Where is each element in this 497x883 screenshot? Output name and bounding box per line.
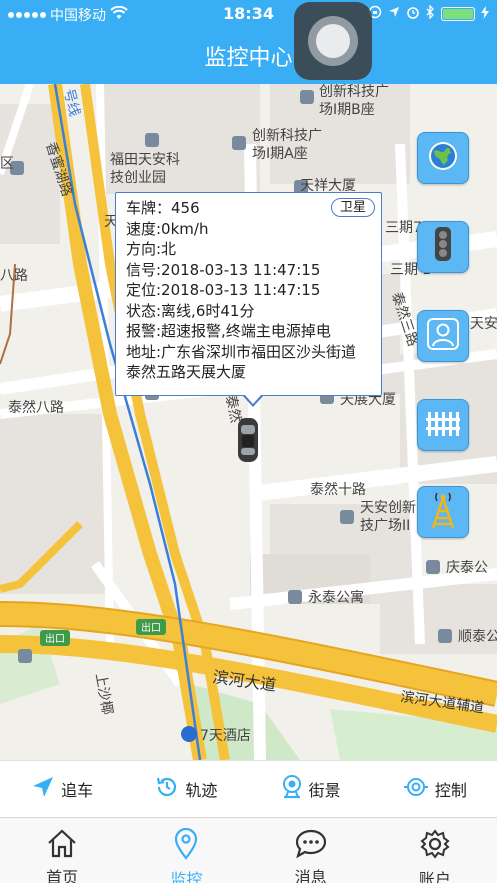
nav-bar: 监控中心 [0,28,497,84]
track-playback-label: 轨迹 [185,781,218,800]
map-label: 技广场II [360,518,410,534]
street-view-icon [281,774,303,804]
track-playback-button[interactable]: 轨迹 [124,761,248,817]
battery-icon [441,7,475,21]
navigation-arrow-icon [31,775,55,803]
map-label: 庆泰公 [446,560,488,576]
tab-account-label: 账户 [418,870,451,883]
map-label: 天安 [470,316,497,332]
chase-car-button[interactable]: 追车 [0,761,124,817]
status-icons [368,4,489,23]
tab-home-label: 首页 [46,868,79,883]
map-label: 创新科技广 [319,84,389,100]
direction-text: 方向:北 [126,240,177,258]
map-label: 7天酒店 [200,728,251,744]
location-pin-icon [173,827,199,864]
action-bar: 追车 轨迹 街景 控制 [0,760,497,817]
map-label: 福田天安科 [110,152,180,168]
map-exit-label: 出口 [45,632,65,645]
map-label: 八路 [0,268,28,284]
map-label: 顺泰公 [458,629,497,645]
tab-home[interactable]: 首页 [0,818,124,883]
alarm-text: 报警:超速报警,终端主电源掉电 [126,322,331,340]
status-bar: 中国移动 18:34 [0,0,497,28]
tab-messages-label: 消息 [294,868,327,883]
tab-monitor-label: 监控 [170,870,203,883]
location-icon [388,6,400,22]
chat-bubble-icon [294,828,328,862]
speed-text: 速度:0km/h [126,219,209,238]
vehicle-info-popup: 卫星 车牌：456 速度:0km/h 方向:北 信号:2018-03-13 11… [115,192,382,407]
assistive-touch-button[interactable] [294,2,372,80]
map-label: 区 [0,156,14,172]
tab-messages[interactable]: 消息 [249,818,373,883]
street-view-label: 街景 [308,781,341,800]
bluetooth-icon [426,4,435,23]
map-label: 泰然十路 [310,481,366,498]
alarm-icon [406,5,420,23]
charging-icon [481,5,489,23]
globe-icon [426,139,460,177]
map-label: 创新科技广 [252,128,322,144]
page-title: 监控中心 [204,46,293,71]
person-icon [426,317,460,355]
remote-control-label: 控制 [434,781,467,800]
base-station-button[interactable] [417,486,469,538]
map-label: 场I期A座 [252,146,308,162]
tab-account[interactable]: 账户 [373,818,497,883]
signal-time-text: 信号:2018-03-13 11:47:15 [126,260,321,279]
driver-info-button[interactable] [417,310,469,362]
tab-monitor[interactable]: 监控 [124,818,248,883]
geofence-button[interactable] [417,399,469,451]
car-marker-icon[interactable] [236,416,260,464]
home-icon [46,828,78,862]
map-label: 场I期B座 [319,102,375,118]
map-label: 技创业园 [110,170,166,186]
remote-control-button[interactable]: 控制 [373,761,497,817]
satellite-toggle-button[interactable]: 卫星 [330,198,375,217]
traffic-light-icon [431,225,455,269]
position-time-text: 定位:2018-03-13 11:47:15 [126,281,321,299]
address-text: 地址:广东省深圳市福田区沙头街道泰然五路天展大厦 [126,342,357,382]
history-icon [155,775,179,803]
assistive-touch-core [316,24,350,58]
traffic-layer-button[interactable] [417,221,469,273]
target-icon [403,775,429,803]
gear-icon [419,828,451,864]
map-label: 泰然八路 [8,399,64,416]
map-label: 永泰公寓 [308,589,364,606]
map-layer-globe-button[interactable] [417,132,469,184]
chase-car-label: 追车 [61,781,94,800]
map-label: 天安创新 [360,500,416,516]
street-view-button[interactable]: 街景 [249,761,373,817]
tab-bar: 首页 监控 消息 账户 [0,817,497,883]
map-exit-label: 出口 [141,621,161,634]
signal-tower-icon [425,490,461,534]
state-text: 状态:离线,6时41分 [126,301,255,320]
fence-icon [425,408,461,442]
